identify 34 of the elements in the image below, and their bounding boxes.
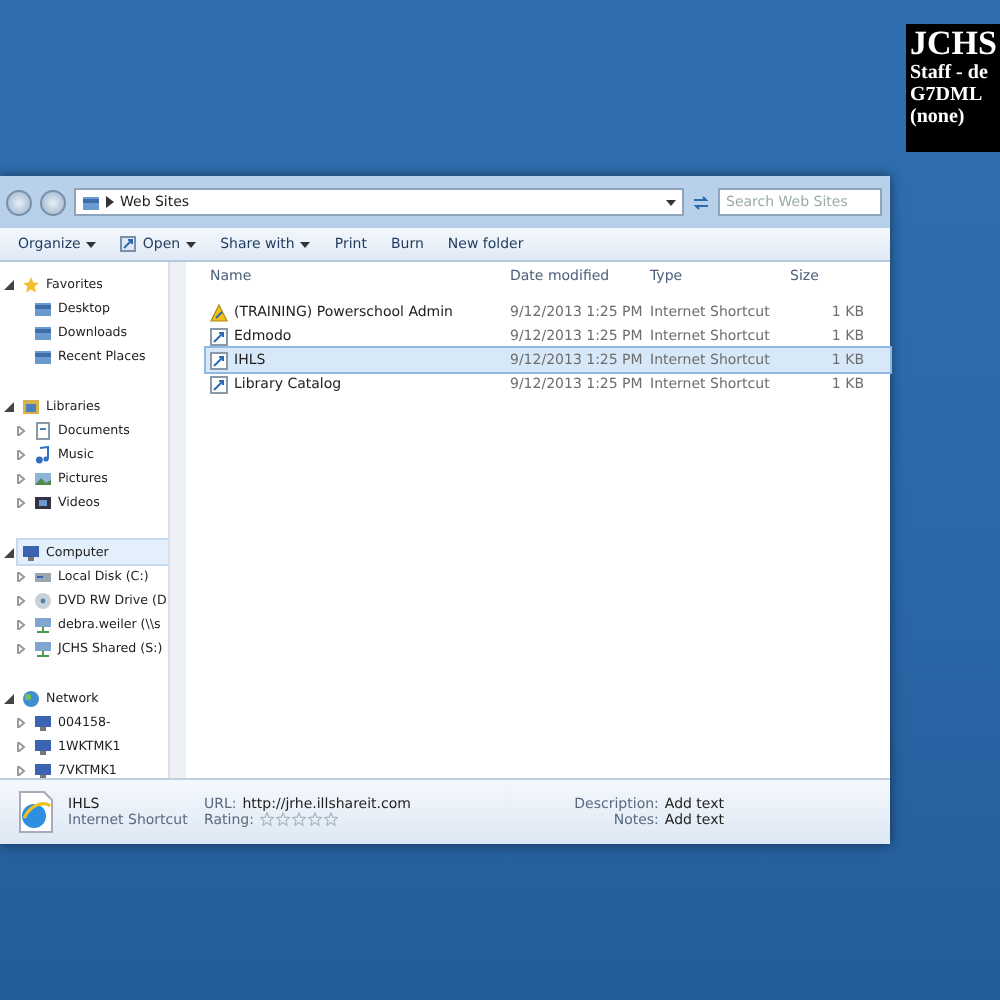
overlay-text: JCHS: [908, 24, 999, 62]
forward-button[interactable]: [40, 189, 66, 215]
back-button[interactable]: [6, 189, 32, 215]
library-icon: [22, 397, 40, 415]
shortcut-icon: [120, 236, 137, 252]
computer-icon: [34, 761, 52, 778]
shortcut-icon: [210, 327, 228, 345]
document-icon: [34, 421, 52, 439]
shortcut-icon: [210, 375, 228, 393]
computer-icon: [22, 543, 40, 561]
overlay-text: (none): [908, 106, 967, 128]
computer-icon: [34, 737, 52, 755]
star-rating[interactable]: [259, 812, 338, 828]
folder-icon: [34, 347, 52, 365]
network-drive-icon: [34, 615, 52, 633]
folder-icon: [82, 193, 100, 211]
scrollbar[interactable]: [168, 262, 186, 778]
refresh-icon: [692, 193, 710, 211]
overlay-text: G7DML: [908, 84, 985, 106]
star-icon: [22, 275, 40, 293]
warning-icon: [210, 303, 228, 321]
network-drive-icon: [34, 639, 52, 657]
chevron-icon: [106, 196, 114, 208]
video-icon: [34, 493, 52, 511]
computer-icon: [34, 713, 52, 731]
music-note-icon: [34, 445, 52, 463]
picture-icon: [34, 469, 52, 487]
drive-icon: [34, 567, 52, 585]
dropdown-arrow-icon: [666, 199, 676, 205]
browser-icon: [16, 790, 56, 834]
network-icon: [22, 689, 40, 707]
disc-icon: [34, 591, 52, 609]
overlay-text: Staff - de: [908, 62, 990, 84]
shortcut-icon: [210, 351, 228, 369]
